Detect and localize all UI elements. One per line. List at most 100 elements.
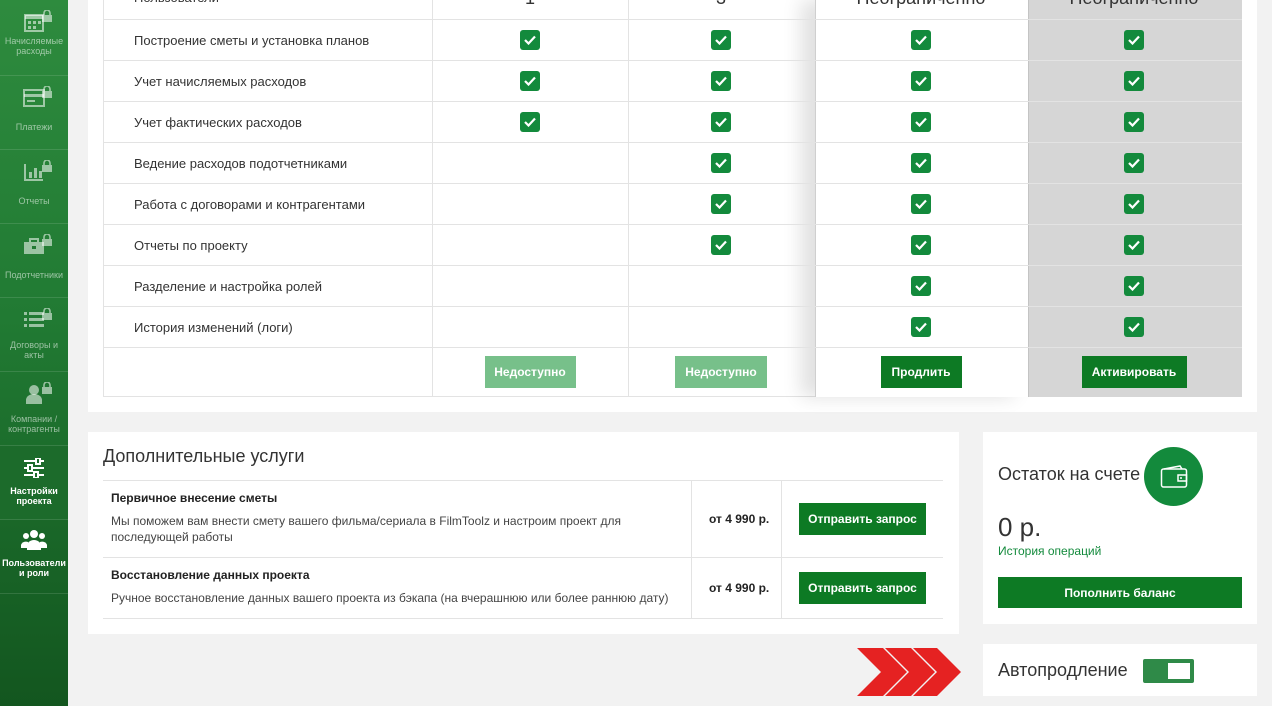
- plan-feature-row: Отчеты по проекту: [103, 225, 1242, 266]
- balance-title: Остаток на счете: [998, 464, 1141, 484]
- operations-history-link[interactable]: История операций: [998, 544, 1101, 558]
- sidebar-item-reports[interactable]: Отчеты: [0, 150, 68, 224]
- plan-feature-row: Ведение расходов подотчетниками: [103, 143, 1242, 184]
- lock-icon: [42, 234, 52, 246]
- checkmark-icon: [711, 71, 731, 91]
- services-title: Дополнительные услуги: [103, 446, 305, 466]
- plan-feature-label: Отчеты по проекту: [134, 238, 248, 253]
- plan-feature-row: История изменений (логи): [103, 307, 1242, 348]
- users-icon: [14, 526, 54, 554]
- sidebar-item-accruals[interactable]: Начисляемые расходы: [0, 0, 68, 76]
- calendar-icon: [14, 8, 54, 36]
- payments-icon: [14, 84, 54, 112]
- checkmark-icon: [711, 153, 731, 173]
- activate-button[interactable]: Активировать: [1081, 356, 1187, 388]
- top-up-balance-button[interactable]: Пополнить баланс: [998, 577, 1242, 608]
- lock-icon: [42, 160, 52, 172]
- sliders-icon: [14, 454, 54, 482]
- checkmark-icon: [1124, 112, 1144, 132]
- service-price: от 4 990 р.: [709, 512, 770, 526]
- checkmark-icon: [711, 235, 731, 255]
- plan-feature-label: Учет начисляемых расходов: [134, 74, 307, 89]
- sidebar-item-users-roles[interactable]: Пользователи и роли: [0, 520, 68, 594]
- checkmark-icon: [911, 276, 931, 296]
- list-icon: [14, 306, 54, 334]
- checkmark-icon: [911, 30, 931, 50]
- plans-table: Пользователи 1 3 Неограниченно Неограниченно…: [103, 0, 1242, 397]
- checkmark-icon: [711, 194, 731, 214]
- plan-feature-row: Работа с договорами и контрагентами: [103, 184, 1242, 225]
- plan-feature-label: Учет фактических расходов: [134, 115, 302, 130]
- plan-users-count: 1: [450, 0, 610, 9]
- sidebar-item-label: Договоры и акты: [10, 340, 58, 360]
- send-request-button[interactable]: Отправить запрос: [799, 572, 926, 604]
- checkmark-icon: [520, 112, 540, 132]
- sidebar: Начисляемые расходы Платежи Отчеты Подот…: [0, 0, 68, 706]
- plan-row-label: Пользователи: [134, 0, 219, 18]
- sidebar-item-contracts[interactable]: Договоры и акты: [0, 298, 68, 372]
- bar-chart-icon: [14, 158, 54, 186]
- sidebar-item-label: Настройки проекта: [10, 486, 58, 506]
- plan-row-users: Пользователи 1 3 Неограниченно Неограниченно: [103, 0, 1242, 20]
- autorenew-card: Автопродление: [983, 644, 1257, 696]
- lock-icon: [42, 86, 52, 98]
- sidebar-item-label: Компании / контрагенты: [8, 414, 60, 434]
- sidebar-item-project-settings[interactable]: Настройки проекта: [0, 446, 68, 520]
- checkmark-icon: [1124, 194, 1144, 214]
- autorenew-label: Автопродление: [998, 660, 1128, 680]
- service-row: Первичное внесение сметы Мы поможем вам …: [103, 480, 943, 558]
- service-row: Восстановление данных проекта Ручное вос…: [103, 557, 943, 619]
- checkmark-icon: [1124, 276, 1144, 296]
- sidebar-item-payments[interactable]: Платежи: [0, 76, 68, 150]
- checkmark-icon: [911, 235, 931, 255]
- sidebar-item-accountables[interactable]: Подотчетники: [0, 224, 68, 298]
- plan-feature-label: Разделение и настройка ролей: [134, 279, 323, 294]
- plan-users-count: Неограниченно: [1054, 0, 1214, 9]
- plan-feature-row: Учет фактических расходов: [103, 102, 1242, 143]
- lock-icon: [42, 382, 52, 394]
- checkmark-icon: [911, 71, 931, 91]
- checkmark-icon: [711, 112, 731, 132]
- checkmark-icon: [911, 112, 931, 132]
- service-name: Восстановление данных проекта: [111, 568, 310, 582]
- plan-users-count: Неограниченно: [841, 0, 1001, 9]
- unavailable-button: Недоступно: [484, 356, 576, 388]
- lock-icon: [42, 10, 52, 22]
- plan-feature-label: История изменений (логи): [134, 320, 293, 335]
- toggle-knob: [1168, 663, 1190, 679]
- sidebar-item-label: Начисляемые расходы: [4, 36, 64, 56]
- plan-users-count: 3: [641, 0, 801, 9]
- checkmark-icon: [1124, 71, 1144, 91]
- autorenew-toggle[interactable]: [1143, 659, 1194, 683]
- sidebar-item-label: Отчеты: [18, 196, 50, 206]
- sidebar-item-label: Пользователи и роли: [2, 558, 66, 578]
- unavailable-button: Недоступно: [675, 356, 767, 388]
- sidebar-item-label: Платежи: [15, 122, 53, 132]
- checkmark-icon: [1124, 30, 1144, 50]
- extend-button[interactable]: Продлить: [880, 356, 962, 388]
- chevron-arrows-icon: [857, 648, 961, 696]
- plan-feature-row: Учет начисляемых расходов: [103, 61, 1242, 102]
- wallet-icon: [1144, 447, 1203, 506]
- additional-services-card: Дополнительные услуги Первичное внесение…: [88, 432, 959, 634]
- checkmark-icon: [1124, 317, 1144, 337]
- checkmark-icon: [911, 194, 931, 214]
- service-price: от 4 990 р.: [709, 581, 770, 595]
- checkmark-icon: [1124, 235, 1144, 255]
- service-description: Мы поможем вам внести смету вашего фильм…: [111, 514, 621, 544]
- checkmark-icon: [911, 317, 931, 337]
- checkmark-icon: [1124, 153, 1144, 173]
- service-name: Первичное внесение сметы: [111, 491, 278, 505]
- service-description: Ручное восстановление данных вашего прое…: [111, 591, 669, 605]
- plan-feature-label: Построение сметы и установка планов: [134, 33, 370, 48]
- send-request-button[interactable]: Отправить запрос: [799, 503, 926, 535]
- checkmark-icon: [520, 30, 540, 50]
- plan-feature-row: Разделение и настройка ролей: [103, 266, 1242, 307]
- checkmark-icon: [711, 30, 731, 50]
- sidebar-item-label: Подотчетники: [5, 270, 63, 280]
- checkmark-icon: [520, 71, 540, 91]
- person-icon: [14, 380, 54, 408]
- sidebar-item-companies[interactable]: Компании / контрагенты: [0, 372, 68, 446]
- checkmark-icon: [911, 153, 931, 173]
- lock-icon: [42, 308, 52, 320]
